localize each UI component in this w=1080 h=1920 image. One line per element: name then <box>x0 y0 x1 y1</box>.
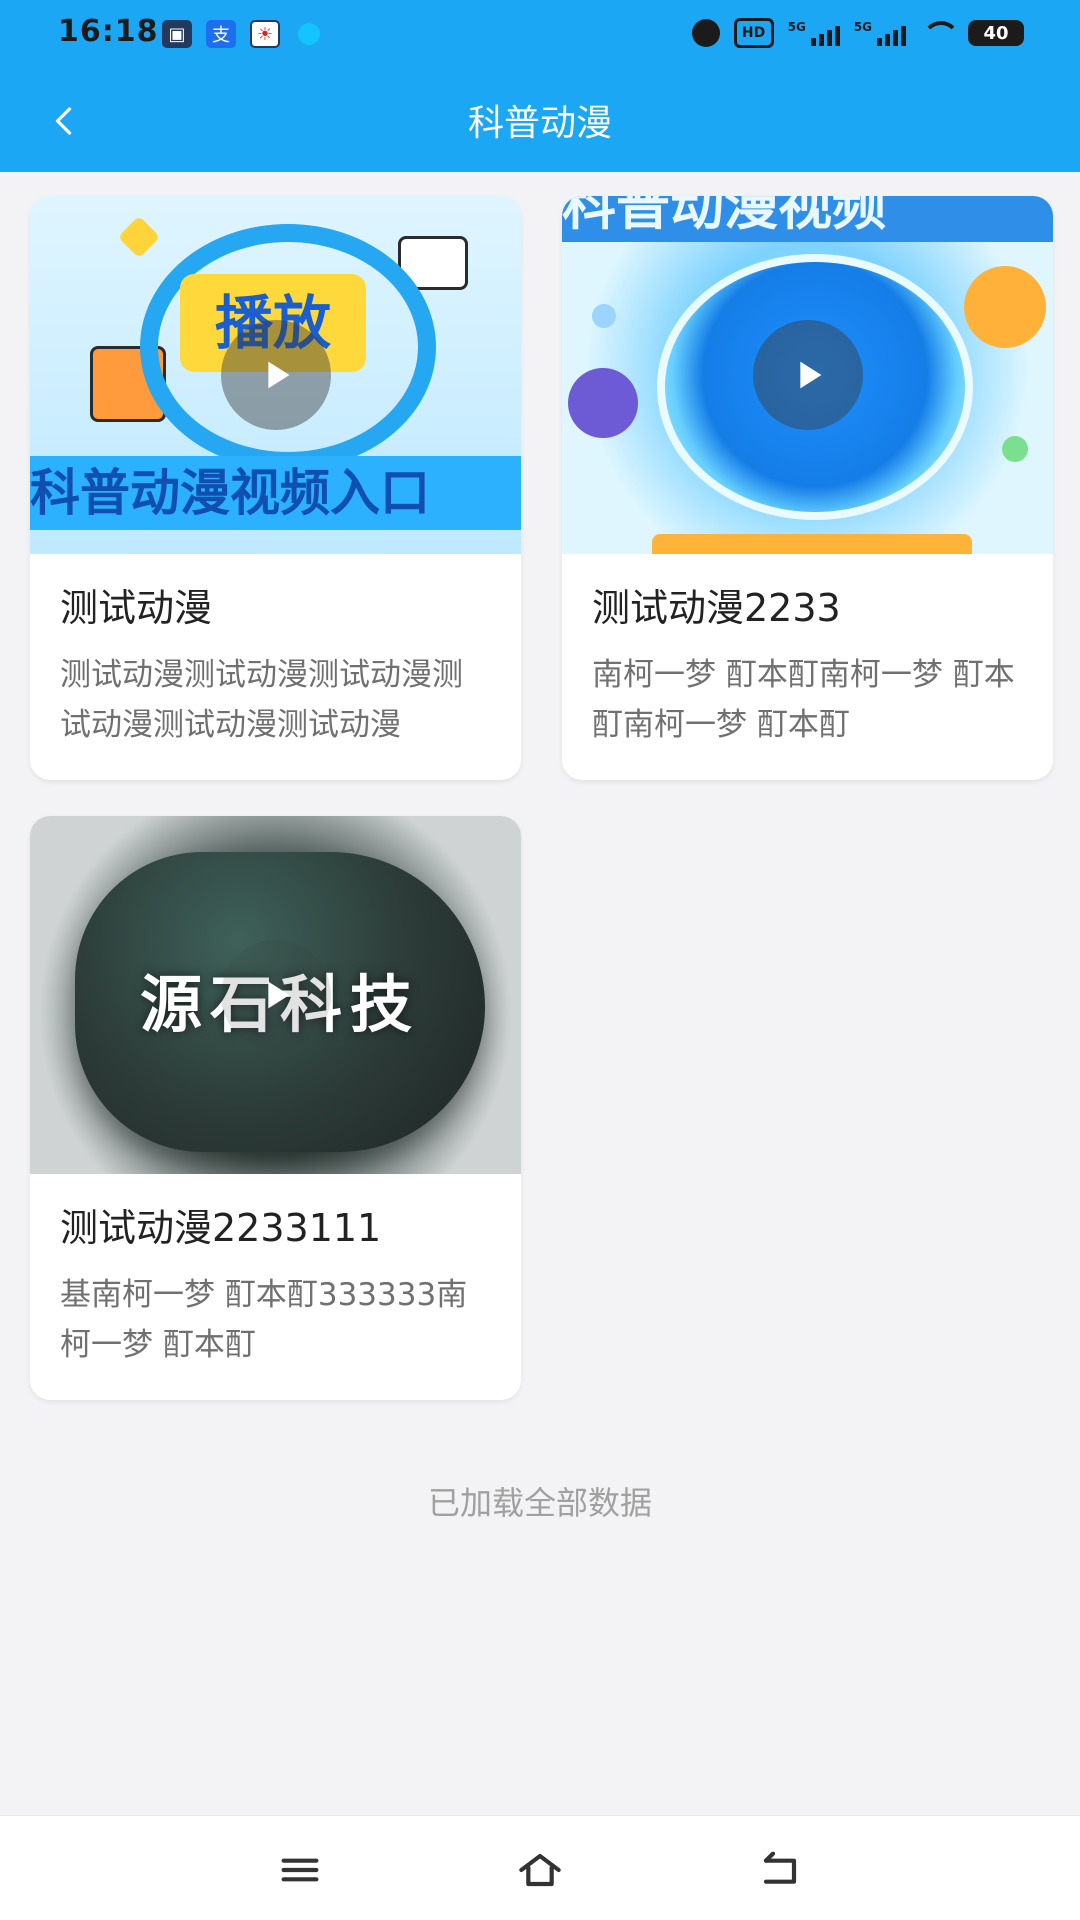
play-button[interactable] <box>220 320 331 430</box>
planet-icon <box>568 368 638 438</box>
video-card[interactable]: 播放 科普动漫视频入口 测试动漫 测试动漫测试动漫测试动漫测试动漫测试动漫测试动… <box>30 196 521 780</box>
play-button[interactable] <box>220 940 331 1050</box>
signal-bar <box>901 26 906 46</box>
card-body: 测试动漫2233 南柯一梦 酊本酊南柯一梦 酊本酊南柯一梦 酊本酊 <box>562 554 1053 750</box>
screen: 16:18 ▣ 支 ☀ HD 5G 5G 40 科普动漫 播放 科普动漫视频入口… <box>0 0 1080 1920</box>
network-type-label: 5G <box>787 20 806 34</box>
nav-home-button[interactable] <box>510 1840 570 1900</box>
video-thumbnail[interactable]: 源石科技 <box>30 816 521 1174</box>
card-body: 测试动漫2233111 基南柯一梦 酊本酊333333南柯一梦 酊本酊 <box>30 1174 521 1370</box>
hd-icon: HD <box>733 18 774 48</box>
video-thumbnail[interactable]: 播放 科普动漫视频入口 <box>30 196 521 554</box>
planet-icon <box>1002 436 1028 462</box>
top-bar: 16:18 ▣ 支 ☀ HD 5G 5G 40 科普动漫 <box>0 0 1080 172</box>
play-icon <box>799 361 821 389</box>
alarm-icon <box>691 19 720 47</box>
notification-dot-icon <box>298 23 320 45</box>
alipay-icon: 支 <box>206 20 236 48</box>
thumbnail-banner-text: 科普动漫视频入口 <box>30 456 521 530</box>
status-bar: 16:18 ▣ 支 ☀ HD 5G 5G 40 <box>0 0 1080 70</box>
play-button[interactable] <box>752 320 863 430</box>
gallery-icon: ▣ <box>162 20 192 48</box>
nav-back-button[interactable] <box>750 1840 810 1900</box>
card-title: 测试动漫 <box>60 586 213 630</box>
signal-icon: 5G <box>788 20 840 46</box>
load-complete-text: 已加载全部数据 <box>427 1484 652 1522</box>
card-title: 测试动漫2233 <box>592 586 841 630</box>
card-description: 测试动漫测试动漫测试动漫测试动漫测试动漫测试动漫 <box>60 657 463 743</box>
signal-bar <box>810 38 816 46</box>
play-icon <box>267 361 289 389</box>
signal-bar <box>885 34 890 46</box>
video-card[interactable]: 源石科技 测试动漫2233111 基南柯一梦 酊本酊333333南柯一梦 酊本酊 <box>30 816 521 1400</box>
video-thumbnail[interactable]: 科普动漫视频 <box>562 196 1053 554</box>
home-icon <box>519 1853 561 1887</box>
menu-icon <box>281 1858 319 1882</box>
signal-bar <box>877 38 882 46</box>
card-description: 基南柯一梦 酊本酊333333南柯一梦 酊本酊 <box>60 1277 468 1363</box>
signal-icon: 5G <box>854 20 906 46</box>
planet-icon <box>964 266 1046 348</box>
thumbnail-banner-text: 科普动漫视频 <box>562 196 1053 242</box>
app-bar: 科普动漫 <box>0 70 1080 172</box>
battery-icon: 40 <box>968 20 1024 46</box>
page-title: 科普动漫 <box>467 103 612 144</box>
signal-bar <box>818 34 824 46</box>
video-card[interactable]: 科普动漫视频 测试动漫2233 南柯一梦 酊本酊南柯一梦 酊本酊南柯一梦 酊本酊 <box>562 196 1053 780</box>
nav-menu-button[interactable] <box>270 1840 330 1900</box>
signal-bar <box>826 30 832 46</box>
status-system-icons: HD 5G 5G 40 <box>691 18 1024 48</box>
card-body: 测试动漫 测试动漫测试动漫测试动漫测试动漫测试动漫测试动漫 <box>30 554 521 750</box>
star-icon <box>117 215 161 259</box>
card-title: 测试动漫2233111 <box>60 1206 382 1250</box>
signal-bar <box>893 30 898 46</box>
planet-icon <box>592 304 616 328</box>
status-notification-icons: ▣ 支 ☀ <box>162 20 320 48</box>
card-description: 南柯一梦 酊本酊南柯一梦 酊本酊南柯一梦 酊本酊 <box>592 657 1015 743</box>
thumbnail-bottom-banner <box>652 534 972 554</box>
system-navigation-bar <box>0 1815 1080 1920</box>
play-icon <box>267 981 289 1009</box>
status-time: 16:18 <box>58 14 159 49</box>
network-type-label: 5G <box>853 20 872 34</box>
wifi-icon <box>920 21 960 45</box>
signal-bar <box>834 26 840 46</box>
baidu-icon: ☀ <box>250 20 280 48</box>
back-icon <box>763 1851 797 1884</box>
